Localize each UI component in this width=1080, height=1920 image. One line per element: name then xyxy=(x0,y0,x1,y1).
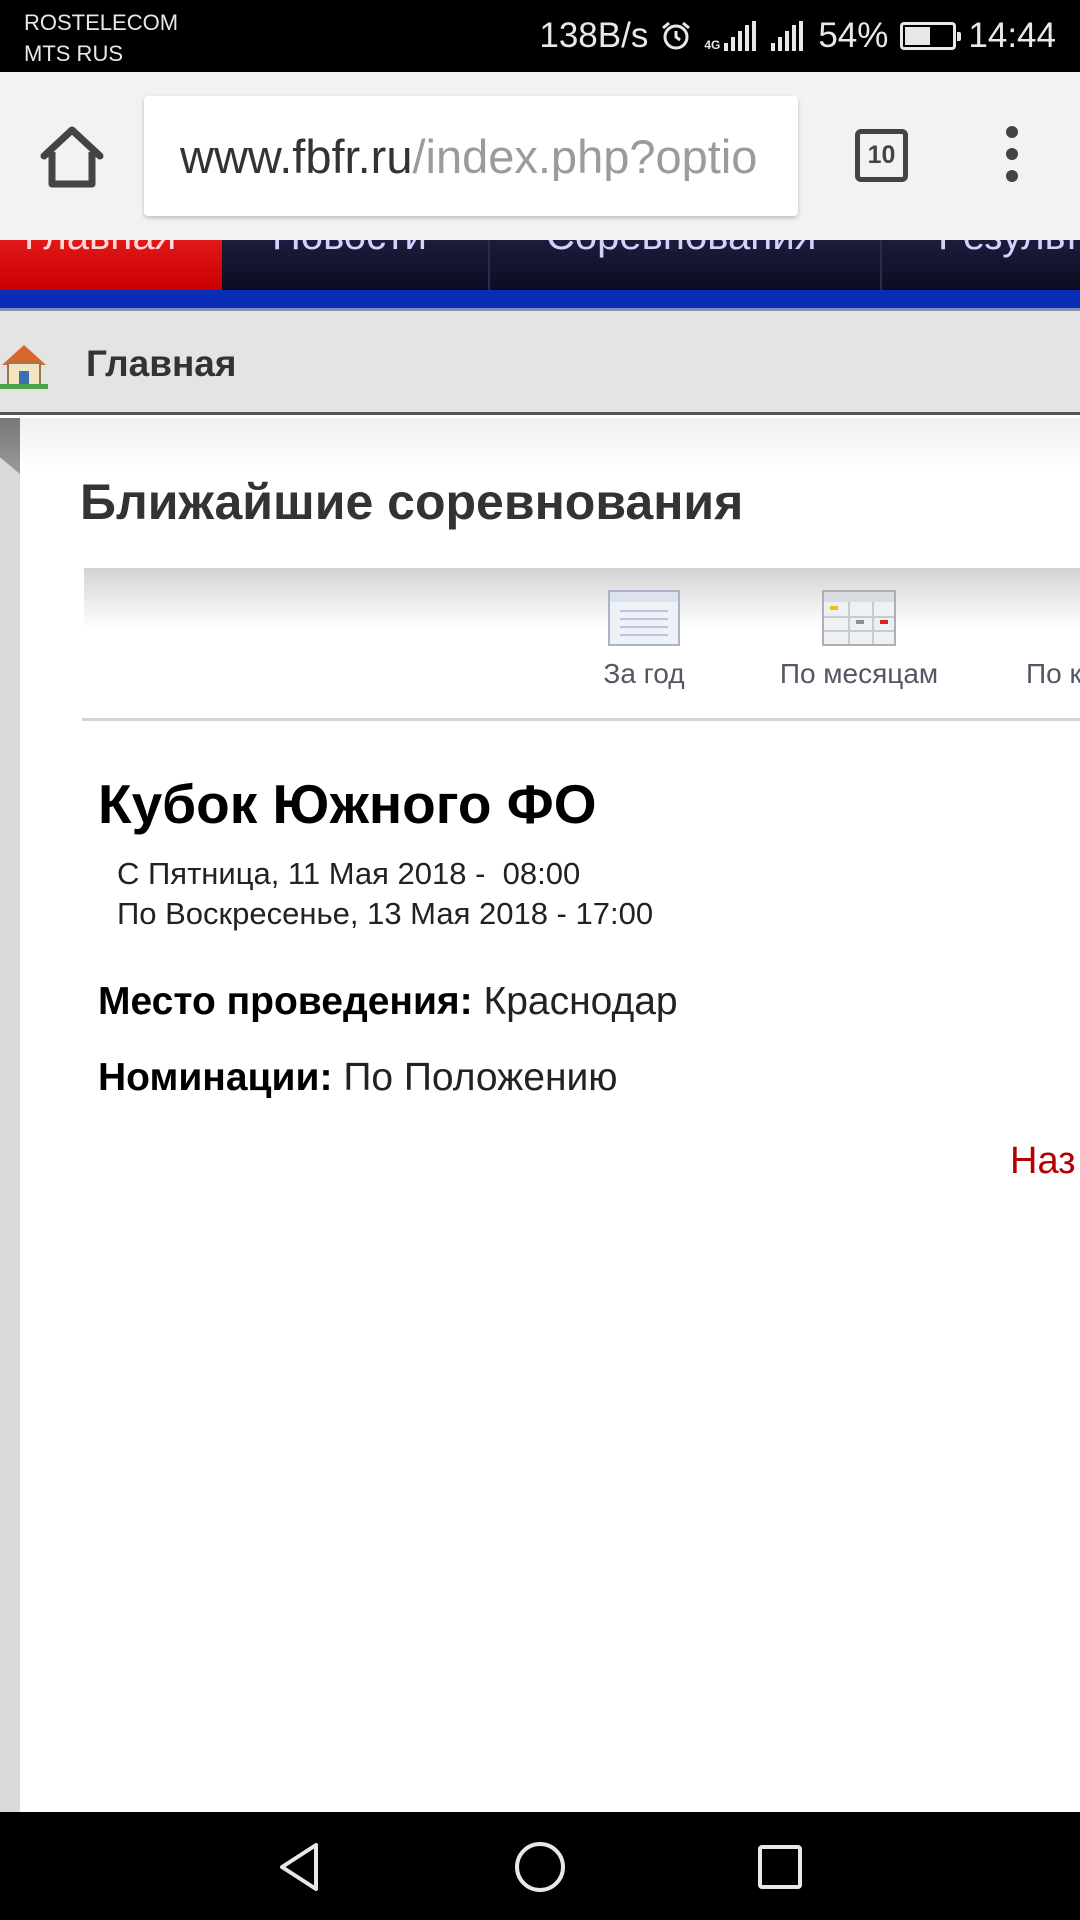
recents-square-icon[interactable] xyxy=(752,1839,808,1895)
page-title: Ближайшие соревнования xyxy=(80,474,744,530)
view-option-label: По к xyxy=(1026,658,1080,689)
nav-item-news[interactable]: Новости xyxy=(222,240,490,290)
month-calendar-icon xyxy=(822,590,896,646)
view-option-label: За год xyxy=(603,658,685,689)
left-rail xyxy=(0,418,20,1812)
net-speed: 138B/s xyxy=(539,16,649,55)
house-icon[interactable] xyxy=(0,341,48,389)
breadcrumb: Главная xyxy=(0,311,1080,415)
carrier-1: ROSTELECOM xyxy=(24,10,179,35)
nav-item-label: Главная xyxy=(24,240,176,259)
web-page: Главная Новости Соревнования Результаты … xyxy=(0,240,1080,1812)
network-type: 4G xyxy=(704,38,721,52)
nav-underline xyxy=(0,290,1080,311)
url-host: www.fbfr.ru xyxy=(180,133,413,181)
venue-value: Краснодар xyxy=(483,980,678,1023)
home-icon[interactable] xyxy=(36,122,108,190)
battery-percent: 54% xyxy=(818,16,889,55)
url-text[interactable]: www.fbfr.ru/index.php?optio xyxy=(180,133,780,181)
nav-item-label: Соревнования xyxy=(546,240,816,259)
nav-item-home[interactable]: Главная xyxy=(0,240,222,290)
signal-bars-icon-2 xyxy=(771,21,806,51)
year-list-icon xyxy=(608,590,680,646)
battery-icon xyxy=(900,22,962,50)
nav-item-results[interactable]: Результаты xyxy=(882,240,1080,290)
alarm-clock-icon xyxy=(662,21,691,50)
carrier-2: MTS RUS xyxy=(24,41,123,66)
venue-label: Место проведения: xyxy=(98,980,473,1023)
divider xyxy=(82,718,1080,721)
home-circle-icon[interactable] xyxy=(512,1839,568,1895)
system-nav-bar xyxy=(0,1812,1080,1920)
panel-top-shade xyxy=(20,418,1080,468)
signal-4g: 4G xyxy=(704,21,759,51)
view-by-year-button[interactable]: За год xyxy=(594,590,694,690)
overflow-menu-icon[interactable] xyxy=(1000,126,1024,190)
url-path: /index.php?optio xyxy=(412,133,758,181)
nominations-label: Номинации: xyxy=(98,1056,333,1099)
view-by-category-button[interactable]: По к xyxy=(1026,590,1080,690)
clock: 14:44 xyxy=(968,16,1056,55)
nav-item-label: Новости xyxy=(272,240,427,259)
event-date-to: По Воскресенье, 13 Мая 2018 - 17:00 xyxy=(117,896,654,931)
event-title[interactable]: Кубок Южного ФО xyxy=(98,772,597,836)
browser-toolbar: www.fbfr.ru/index.php?optio 10 xyxy=(0,72,1080,240)
battery-level xyxy=(905,27,931,45)
event-date-from: С Пятница, 11 Мая 2018 - 08:00 xyxy=(117,856,581,891)
view-by-month-button[interactable]: По месяцам xyxy=(764,590,954,690)
view-option-label: По месяцам xyxy=(779,658,939,689)
breadcrumb-home-link[interactable]: Главная xyxy=(86,343,236,385)
event-nominations: Номинации: По Положению xyxy=(98,1056,618,1100)
address-bar[interactable]: www.fbfr.ru/index.php?optio xyxy=(144,96,798,216)
signal-bars-icon xyxy=(724,21,759,51)
site-nav: Главная Новости Соревнования Результаты xyxy=(0,240,1080,290)
back-triangle-icon[interactable] xyxy=(272,1839,328,1895)
status-bar: ROSTELECOM MTS RUS 138B/s 4G 54% 14:44 xyxy=(0,0,1080,72)
carrier-names: ROSTELECOM MTS RUS xyxy=(24,7,178,69)
status-indicators: 138B/s 4G 54% 14:44 xyxy=(527,0,1056,72)
tab-switcher-button[interactable]: 10 xyxy=(855,129,908,182)
category-icon xyxy=(1026,590,1080,646)
nav-item-competitions[interactable]: Соревнования xyxy=(490,240,882,290)
event-venue: Место проведения: Краснодар xyxy=(98,980,678,1024)
back-link[interactable]: Наз xyxy=(1010,1140,1076,1183)
nominations-value: По Положению xyxy=(343,1056,618,1099)
nav-item-label: Результаты xyxy=(938,240,1080,259)
